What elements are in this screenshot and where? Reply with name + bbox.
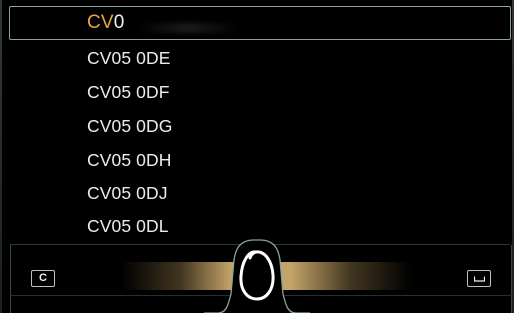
handwriting-input-screen: CV0 CV05 0DE CV05 0DF CV05 0DG CV05 0DH … (0, 0, 514, 313)
handwriting-pad[interactable] (204, 236, 310, 313)
space-button[interactable] (467, 270, 491, 287)
suggestion-item[interactable]: CV05 0DJ (87, 176, 168, 210)
suggestion-item[interactable]: CV05 0DH (87, 143, 171, 177)
input-pending-char: 0 (113, 12, 125, 33)
clear-button[interactable]: C (31, 270, 55, 287)
suggestion-item[interactable]: CV05 0DL (87, 209, 169, 243)
destination-input-field[interactable]: CV0 (9, 6, 511, 40)
suggestion-item[interactable]: CV05 0DE (87, 41, 170, 75)
input-ghost-hint (138, 23, 238, 33)
input-typed-text: CV (87, 12, 114, 33)
frame-left-edge (0, 0, 2, 313)
suggestion-item[interactable]: CV05 0DF (87, 75, 170, 109)
suggestion-item[interactable]: CV05 0DG (87, 109, 172, 143)
space-key-icon (474, 276, 485, 282)
input-text: CV0 (87, 12, 125, 34)
